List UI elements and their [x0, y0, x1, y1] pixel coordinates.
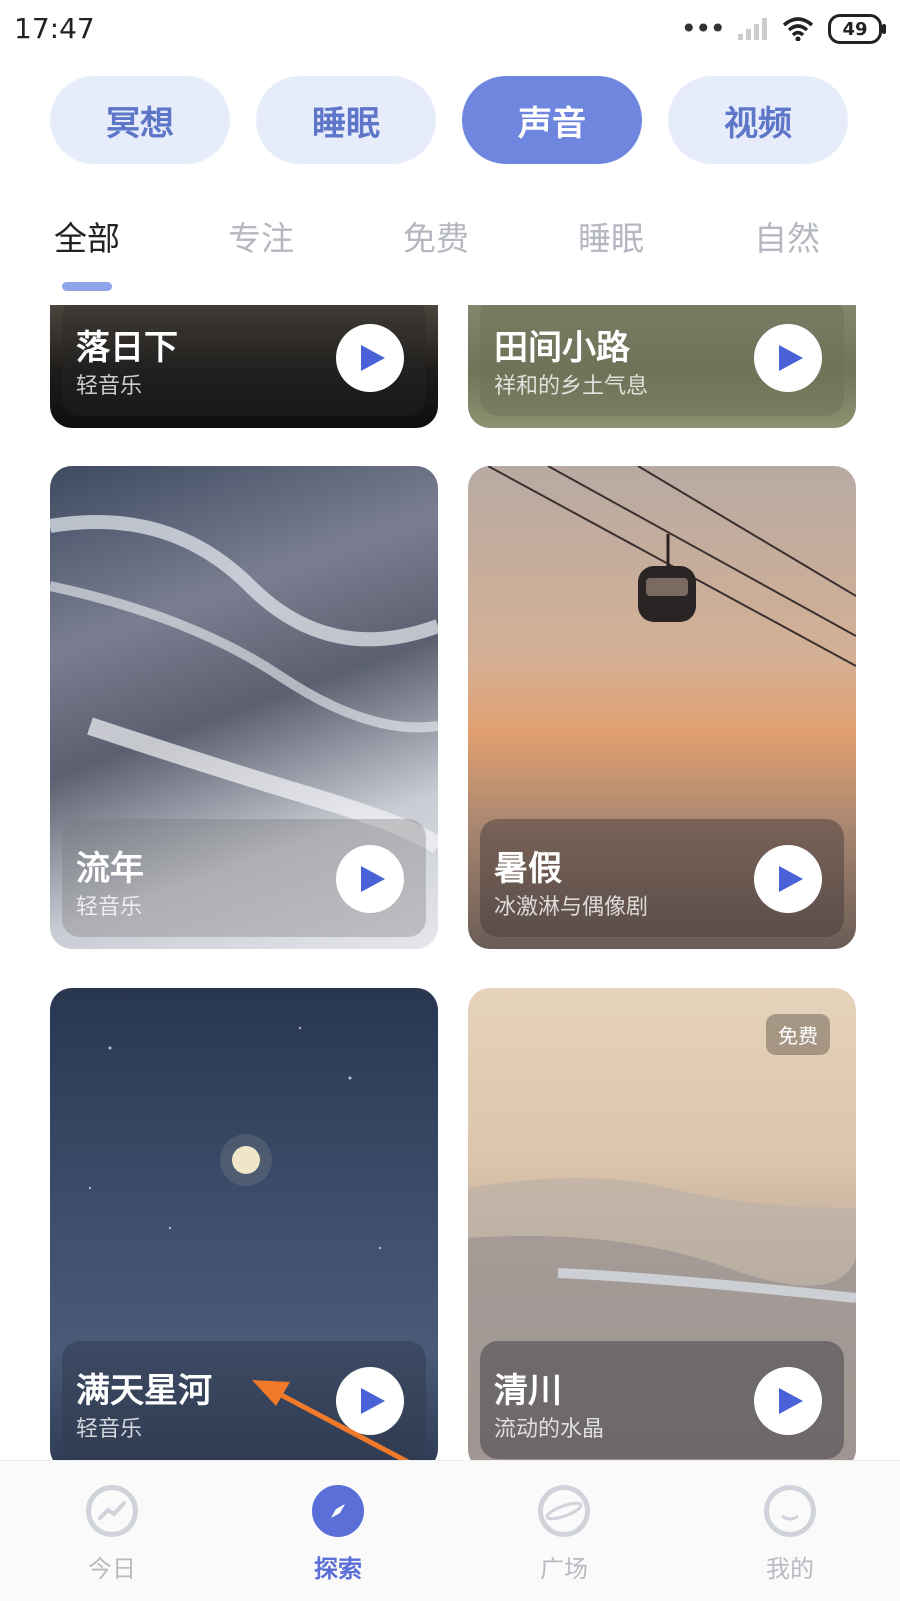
play-icon: [779, 345, 803, 371]
play-button[interactable]: [754, 1367, 822, 1435]
sub-tabs: 全部 专注 免费 睡眠 自然: [0, 212, 900, 272]
pill-sleep[interactable]: 睡眠: [256, 76, 436, 164]
pill-video[interactable]: 视频: [668, 76, 848, 164]
nav-label: 广场: [540, 1555, 588, 1583]
tab-free[interactable]: 免费: [403, 212, 469, 260]
card-title: 暑假: [494, 849, 562, 889]
chart-icon: [86, 1485, 138, 1537]
battery-indicator: 49: [828, 14, 886, 44]
pill-meditation[interactable]: 冥想: [50, 76, 230, 164]
card-info: 落日下 轻音乐: [62, 305, 426, 416]
card-subtitle: 祥和的乡土气息: [494, 374, 649, 399]
nav-label: 今日: [88, 1555, 136, 1583]
nav-explore[interactable]: 探索: [278, 1485, 398, 1584]
play-icon: [779, 866, 803, 892]
card-subtitle: 轻音乐: [76, 1417, 143, 1442]
bottom-nav: 今日 探索 广场 我的: [0, 1460, 900, 1601]
sound-card[interactable]: 满天星河 轻音乐: [50, 988, 438, 1460]
sound-card[interactable]: 田间小路 祥和的乡土气息: [468, 305, 856, 428]
compass-icon: [312, 1485, 364, 1537]
card-title: 落日下: [76, 328, 178, 368]
status-bar: 17:47 ••• 49: [0, 0, 900, 64]
card-subtitle: 轻音乐: [76, 374, 143, 399]
card-subtitle: 流动的水晶: [494, 1417, 605, 1442]
play-button[interactable]: [336, 324, 404, 392]
nav-label: 探索: [314, 1555, 362, 1583]
play-button[interactable]: [754, 324, 822, 392]
status-icons: ••• 49: [680, 12, 886, 45]
card-title: 田间小路: [494, 328, 630, 368]
nav-label: 我的: [766, 1555, 814, 1583]
category-pills: 冥想 睡眠 声音 视频: [50, 76, 848, 164]
card-subtitle: 冰激淋与偶像剧: [494, 895, 649, 920]
pill-sound[interactable]: 声音: [462, 76, 642, 164]
more-dots-icon: •••: [680, 12, 726, 45]
card-info: 流年 轻音乐: [62, 819, 426, 937]
nav-square[interactable]: 广场: [504, 1485, 624, 1584]
card-info: 清川 流动的水晶: [480, 1341, 844, 1459]
wifi-icon: [782, 17, 814, 41]
sound-card[interactable]: 流年 轻音乐: [50, 466, 438, 949]
play-icon: [361, 866, 385, 892]
signal-icon: [738, 18, 767, 40]
play-button[interactable]: [336, 845, 404, 913]
card-subtitle: 轻音乐: [76, 895, 143, 920]
sound-grid: 落日下 轻音乐 田间小路 祥和的乡土气息 流年 轻音乐 暑假 冰激淋与偶像剧 满…: [0, 305, 900, 1460]
play-button[interactable]: [336, 1367, 404, 1435]
card-title: 清川: [494, 1371, 562, 1411]
play-icon: [361, 345, 385, 371]
sound-card[interactable]: 暑假 冰激淋与偶像剧: [468, 466, 856, 949]
planet-icon: [538, 1485, 590, 1537]
free-badge: 免费: [766, 1014, 830, 1055]
card-title: 流年: [76, 849, 144, 889]
nav-today[interactable]: 今日: [52, 1485, 172, 1584]
tab-all[interactable]: 全部: [54, 212, 120, 260]
nav-profile[interactable]: 我的: [730, 1485, 850, 1584]
sound-card[interactable]: 免费 清川 流动的水晶: [468, 988, 856, 1460]
card-info: 田间小路 祥和的乡土气息: [480, 305, 844, 416]
play-icon: [361, 1388, 385, 1414]
card-title: 满天星河: [76, 1371, 212, 1411]
tab-focus[interactable]: 专注: [228, 212, 294, 260]
profile-icon: [764, 1485, 816, 1537]
sound-card[interactable]: 落日下 轻音乐: [50, 305, 438, 428]
card-info: 满天星河 轻音乐: [62, 1341, 426, 1459]
tab-nature[interactable]: 自然: [754, 212, 820, 260]
card-info: 暑假 冰激淋与偶像剧: [480, 819, 844, 937]
status-time: 17:47: [14, 12, 95, 45]
tab-indicator: [62, 282, 112, 291]
tab-sleep[interactable]: 睡眠: [578, 212, 644, 260]
play-button[interactable]: [754, 845, 822, 913]
play-icon: [779, 1388, 803, 1414]
